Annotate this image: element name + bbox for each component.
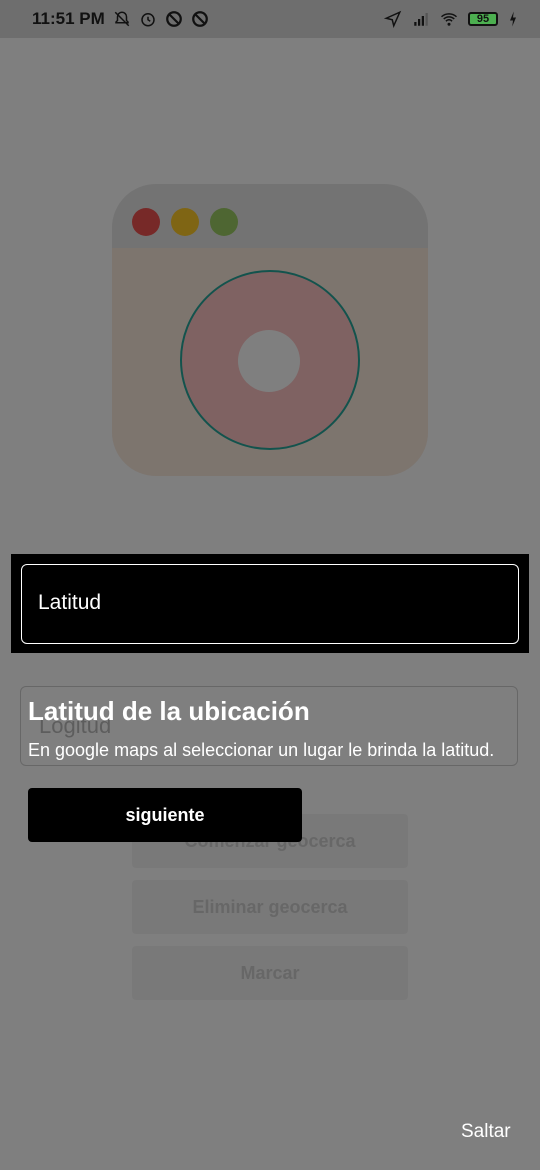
status-bar: 11:51 PM 95 bbox=[0, 0, 540, 38]
battery-level: 95 bbox=[476, 13, 490, 25]
dnd-icon bbox=[165, 11, 182, 27]
tip-title: Latitud de la ubicación bbox=[28, 696, 310, 726]
battery-icon: 95 bbox=[468, 12, 498, 26]
status-time: 11:51 PM bbox=[32, 9, 105, 28]
latitude-field[interactable]: Latitud bbox=[21, 564, 519, 644]
alarm-icon bbox=[141, 13, 155, 27]
bell-off-icon bbox=[114, 11, 130, 27]
skip-button[interactable]: Saltar bbox=[461, 1121, 511, 1143]
latitude-label: Latitud bbox=[38, 591, 102, 614]
wifi-icon bbox=[441, 13, 457, 26]
charging-icon bbox=[510, 11, 516, 27]
next-button[interactable]: siguiente bbox=[28, 788, 302, 842]
tip-description: En google maps al seleccionar un lugar l… bbox=[28, 740, 495, 760]
dnd-icon-2 bbox=[191, 11, 208, 27]
signal-icon bbox=[414, 13, 428, 26]
location-icon bbox=[384, 10, 402, 28]
